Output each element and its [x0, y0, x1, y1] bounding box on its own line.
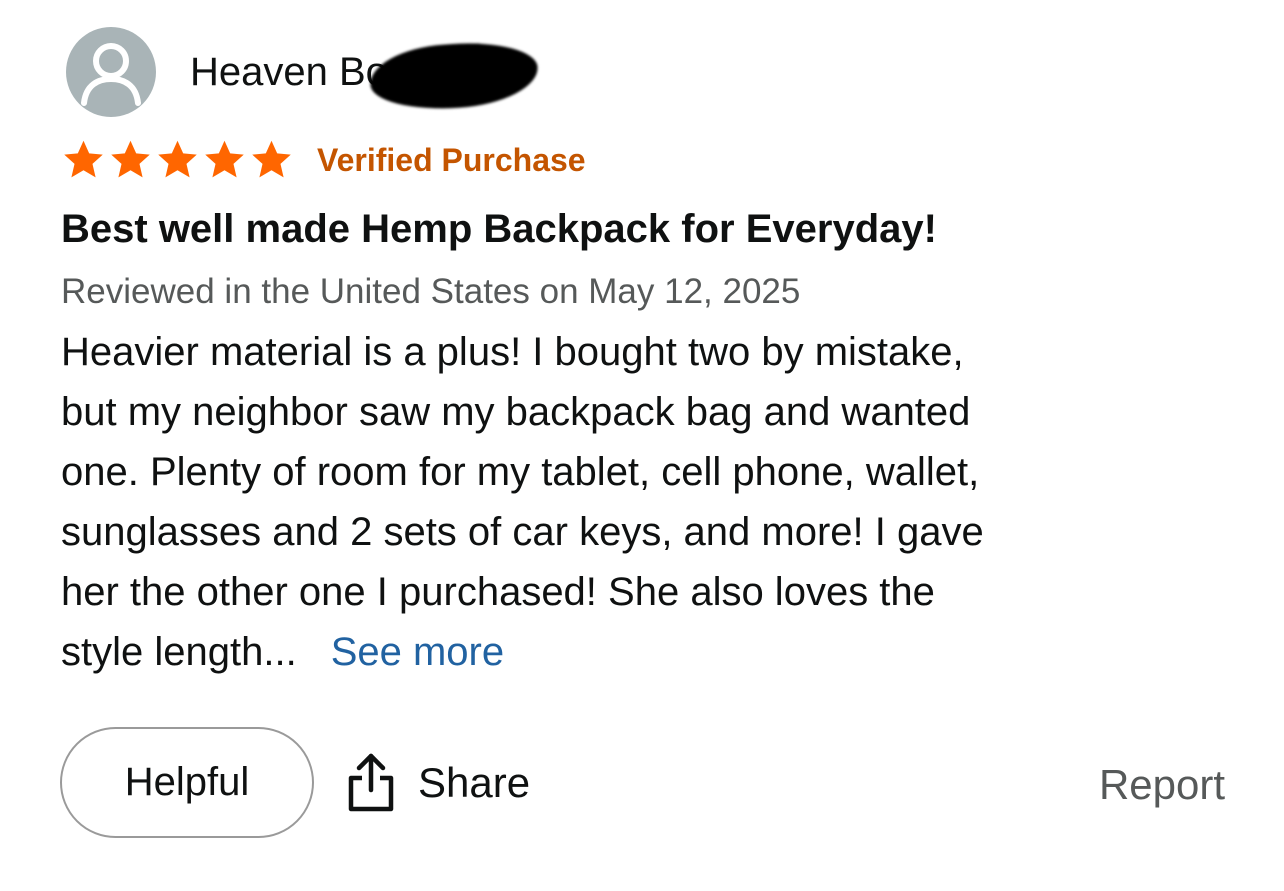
avatar[interactable] — [66, 27, 156, 117]
review-body-line: Heavier material is a plus! I bought two… — [61, 330, 964, 374]
star-rating[interactable] — [60, 138, 295, 182]
star-icon — [64, 140, 103, 178]
report-link[interactable]: Report — [1099, 757, 1225, 813]
review-body-line: but my neighbor saw my backpack bag and … — [61, 390, 971, 434]
star-icon — [158, 140, 197, 178]
star-icon — [111, 140, 150, 178]
see-more-link[interactable]: See more — [331, 630, 504, 674]
review-body-line: her the other one I purchased! She also … — [61, 570, 935, 614]
star-icon — [205, 140, 244, 178]
person-silhouette-icon — [81, 43, 141, 106]
share-button[interactable]: Share — [346, 749, 530, 817]
review-actions: Helpful Share Report — [60, 727, 1225, 842]
review-body-last-line: style length... See more — [61, 622, 1241, 682]
review-title[interactable]: Best well made Hemp Backpack for Everyda… — [61, 203, 937, 255]
review-body-line: style length... — [61, 630, 297, 674]
verified-purchase-badge[interactable]: Verified Purchase — [317, 140, 586, 180]
share-label: Share — [418, 759, 531, 806]
rating-row: Verified Purchase — [60, 137, 586, 183]
star-icon — [252, 140, 291, 178]
review-body-line: one. Plenty of room for my tablet, cell … — [61, 450, 980, 494]
review-date: Reviewed in the United States on May 12,… — [61, 272, 801, 311]
review-body: Heavier material is a plus! I bought two… — [61, 322, 1241, 682]
share-upload-icon — [348, 753, 394, 812]
helpful-button[interactable]: Helpful — [60, 727, 314, 838]
review-body-line: sunglasses and 2 sets of car keys, and m… — [61, 510, 984, 554]
